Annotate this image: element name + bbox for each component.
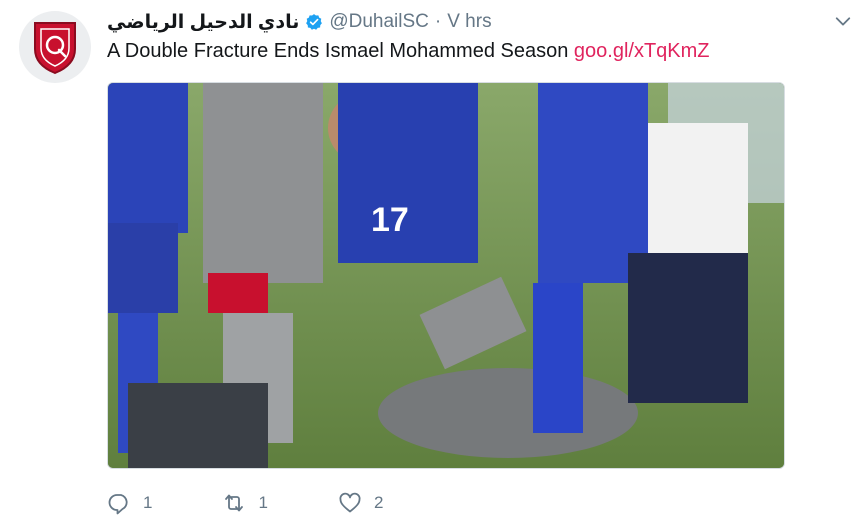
chevron-down-icon[interactable] [834, 12, 852, 30]
retweet-icon [225, 494, 244, 512]
tweet-card[interactable]: نادي الدحيل الرياضي @DuhailSC · V hrs A … [0, 0, 858, 522]
retweet-button[interactable]: 1 [222, 491, 268, 515]
heart-icon [339, 492, 361, 513]
retweet-count: 1 [258, 493, 268, 512]
verified-badge-icon [305, 13, 323, 31]
separator-dot: · [434, 11, 442, 32]
reply-button[interactable]: 1 [107, 491, 152, 515]
like-button[interactable]: 2 [338, 491, 383, 515]
photo-illustration: 17 [108, 83, 784, 468]
display-name[interactable]: نادي الدحيل الرياضي [107, 11, 299, 34]
reply-count: 1 [143, 493, 153, 512]
timestamp[interactable]: V hrs [447, 11, 491, 33]
tweet-actions: 1 1 2 [107, 489, 453, 517]
tweet-text: A Double Fracture Ends Ismael Mohammed S… [107, 40, 710, 63]
avatar[interactable] [19, 11, 91, 83]
jersey-number: 17 [371, 201, 409, 239]
reply-icon [108, 494, 128, 515]
tweet-header: نادي الدحيل الرياضي @DuhailSC · V hrs [107, 8, 492, 36]
tweet-photo[interactable]: 17 [107, 82, 785, 469]
like-count: 2 [373, 493, 384, 512]
tweet-body: A Double Fracture Ends Ismael Mohammed S… [107, 40, 569, 62]
tweet-link[interactable]: goo.gl/xTqKmZ [574, 40, 710, 62]
club-crest-icon [34, 22, 76, 75]
user-handle[interactable]: @DuhailSC [329, 11, 429, 33]
